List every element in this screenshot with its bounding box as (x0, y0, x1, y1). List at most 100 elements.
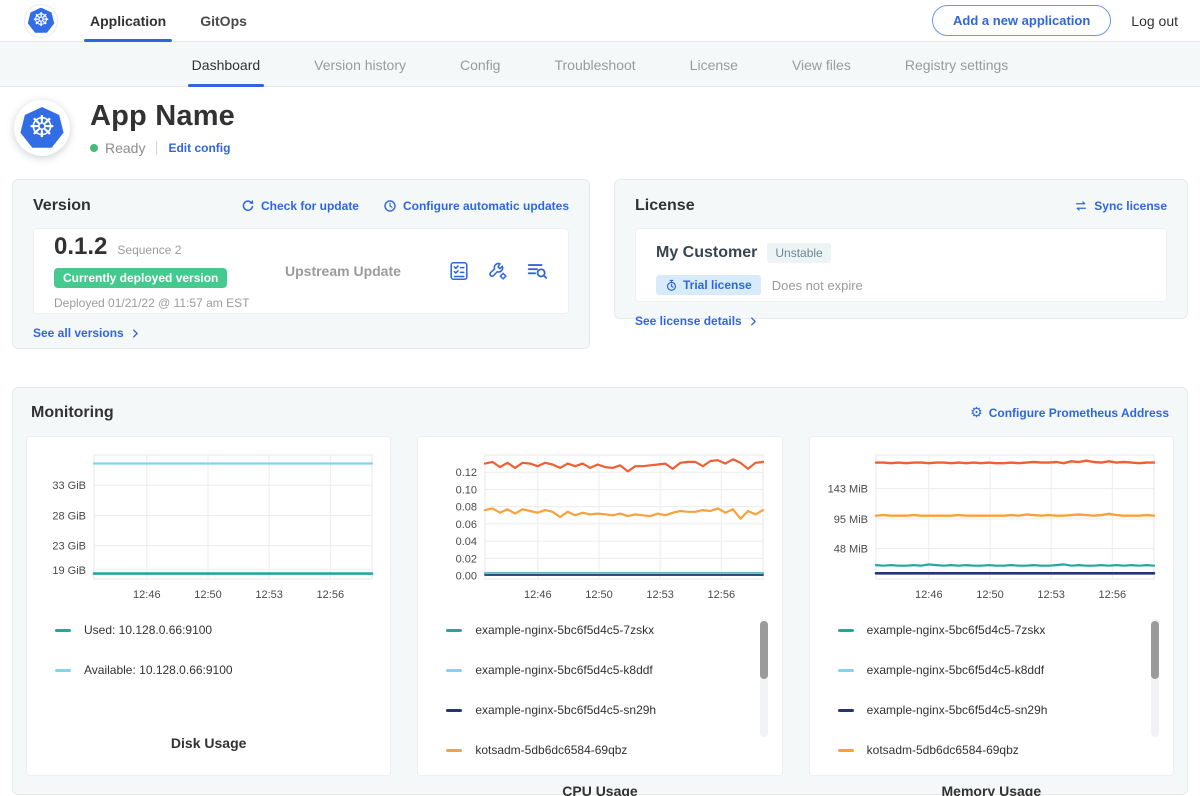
see-license-details-link[interactable]: See license details (635, 314, 759, 328)
svg-text:12:53: 12:53 (255, 589, 283, 601)
divider (156, 141, 157, 155)
stopwatch-icon (665, 279, 678, 292)
memory-usage-chart-card: 12:4612:5012:5312:56143 MiB95 MiB48 MiB … (809, 436, 1174, 776)
memory-usage-chart: 12:4612:5012:5312:56143 MiB95 MiB48 MiB (818, 447, 1165, 613)
trial-license-label: Trial license (683, 278, 752, 292)
configure-prometheus-link[interactable]: ⚙ Configure Prometheus Address (970, 406, 1169, 420)
version-number: 0.1.2 (54, 233, 107, 261)
sub-tab-view-files[interactable]: View files (792, 42, 851, 87)
legend-item: example-nginx-5bc6f5d4c5-sn29h (838, 703, 1139, 717)
svg-text:143 MiB: 143 MiB (828, 484, 868, 496)
sync-license-label: Sync license (1094, 199, 1167, 213)
legend-label: example-nginx-5bc6f5d4c5-sn29h (475, 703, 656, 717)
legend-item: kotsadm-5db6dc6584-69qbz (446, 743, 747, 757)
svg-text:33 GiB: 33 GiB (52, 480, 86, 492)
legend-label: example-nginx-5bc6f5d4c5-k8ddf (475, 663, 652, 677)
legend-color-dash (55, 669, 71, 672)
logs-search-icon (526, 260, 548, 282)
current-version-panel: 0.1.2 Sequence 2 Currently deployed vers… (33, 228, 569, 314)
currently-deployed-badge: Currently deployed version (54, 268, 227, 288)
monitoring-title: Monitoring (31, 404, 114, 422)
sub-tab-config[interactable]: Config (460, 42, 500, 87)
cpu-usage-chart: 12:4612:5012:5312:560.120.100.080.060.04… (426, 447, 773, 613)
legend-label: example-nginx-5bc6f5d4c5-7zskx (475, 623, 654, 637)
kubernetes-helm-icon: ☸ (28, 8, 55, 34)
sub-tab-license[interactable]: License (690, 42, 738, 87)
svg-text:12:46: 12:46 (133, 589, 161, 601)
checklist-icon (448, 260, 470, 282)
app-header: ☸ App Name Ready Edit config (0, 87, 1200, 171)
disk-usage-chart-card: 12:4612:5012:5312:5633 GiB28 GiB23 GiB19… (26, 436, 391, 776)
sub-tab-dashboard[interactable]: Dashboard (192, 42, 261, 87)
add-application-button[interactable]: Add a new application (932, 5, 1111, 36)
legend-item: example-nginx-5bc6f5d4c5-k8ddf (446, 663, 747, 677)
license-expiry: Does not expire (772, 278, 863, 293)
legend-item: example-nginx-5bc6f5d4c5-k8ddf (838, 663, 1139, 677)
sync-license-link[interactable]: Sync license (1074, 199, 1167, 213)
sub-tab-version-history[interactable]: Version history (314, 42, 406, 87)
svg-text:12:53: 12:53 (1038, 589, 1066, 601)
legend-item: Available: 10.128.0.66:9100 (55, 663, 356, 677)
deploy-logs-button[interactable] (526, 260, 548, 282)
status-dot (90, 144, 98, 152)
version-card: Version Check for update Configure autom… (12, 179, 590, 349)
svg-text:0.04: 0.04 (456, 536, 477, 548)
legend-scrollbar[interactable] (1151, 619, 1159, 737)
svg-text:12:50: 12:50 (194, 589, 222, 601)
memory-usage-legend: example-nginx-5bc6f5d4c5-7zskx example-ng… (818, 613, 1165, 783)
see-all-versions-label: See all versions (33, 326, 124, 340)
check-for-update-link[interactable]: Check for update (241, 199, 359, 213)
license-card-title: License (635, 197, 695, 215)
legend-color-dash (446, 709, 462, 712)
license-detail-panel: My Customer Unstable Trial license Does … (635, 228, 1167, 302)
svg-text:0.10: 0.10 (456, 484, 477, 496)
configure-automatic-updates-link[interactable]: Configure automatic updates (383, 199, 569, 213)
legend-scrollbar[interactable] (760, 619, 768, 737)
legend-color-dash (446, 629, 462, 632)
legend-item: example-nginx-5bc6f5d4c5-7zskx (838, 623, 1139, 637)
legend-scrollbar-thumb[interactable] (1151, 621, 1159, 679)
license-card: License Sync license My Customer Unstabl… (614, 179, 1188, 319)
svg-text:12:46: 12:46 (915, 589, 943, 601)
channel-badge: Unstable (767, 243, 830, 263)
config-button[interactable] (487, 260, 509, 282)
refresh-icon (241, 199, 255, 213)
configure-prometheus-label: Configure Prometheus Address (989, 406, 1169, 420)
top-nav-tabs: Application GitOps (90, 0, 281, 42)
svg-text:0.00: 0.00 (456, 571, 477, 583)
edit-config-link[interactable]: Edit config (168, 141, 230, 155)
legend-color-dash (838, 709, 854, 712)
legend-color-dash (446, 669, 462, 672)
configure-automatic-updates-label: Configure automatic updates (403, 199, 569, 213)
sub-tab-registry-settings[interactable]: Registry settings (905, 42, 1008, 87)
kubernetes-helm-icon: ☸ (20, 107, 64, 149)
sub-tab-troubleshoot[interactable]: Troubleshoot (554, 42, 635, 87)
svg-text:12:50: 12:50 (585, 589, 613, 601)
cpu-usage-title: CPU Usage (426, 783, 773, 796)
sync-arrows-icon (1074, 199, 1088, 213)
svg-text:95 MiB: 95 MiB (834, 514, 868, 526)
svg-text:0.02: 0.02 (456, 553, 477, 565)
top-tab-gitops[interactable]: GitOps (200, 0, 247, 42)
logout-link[interactable]: Log out (1131, 13, 1178, 29)
disk-usage-chart: 12:4612:5012:5312:5633 GiB28 GiB23 GiB19… (35, 447, 382, 613)
legend-scrollbar-thumb[interactable] (760, 621, 768, 679)
legend-label: Used: 10.128.0.66:9100 (84, 623, 212, 637)
svg-text:12:53: 12:53 (646, 589, 674, 601)
legend-item: kotsadm-5db6dc6584-69qbz (838, 743, 1139, 757)
gear-icon: ⚙ (970, 406, 983, 420)
see-all-versions-link[interactable]: See all versions (33, 326, 141, 340)
legend-color-dash (55, 629, 71, 632)
chevron-right-icon (748, 316, 759, 327)
top-nav: ☸ Application GitOps Add a new applicatio… (0, 0, 1200, 42)
legend-label: example-nginx-5bc6f5d4c5-k8ddf (867, 663, 1044, 677)
page-title: App Name (90, 100, 235, 133)
preflight-checks-button[interactable] (448, 260, 470, 282)
svg-text:48 MiB: 48 MiB (834, 544, 868, 556)
kubernetes-logo[interactable]: ☸ (24, 4, 58, 38)
svg-text:23 GiB: 23 GiB (52, 541, 86, 553)
top-tab-application[interactable]: Application (90, 0, 166, 42)
disk-usage-title: Disk Usage (35, 735, 382, 763)
trial-license-badge: Trial license (656, 275, 761, 295)
wrench-gear-icon (487, 260, 509, 282)
